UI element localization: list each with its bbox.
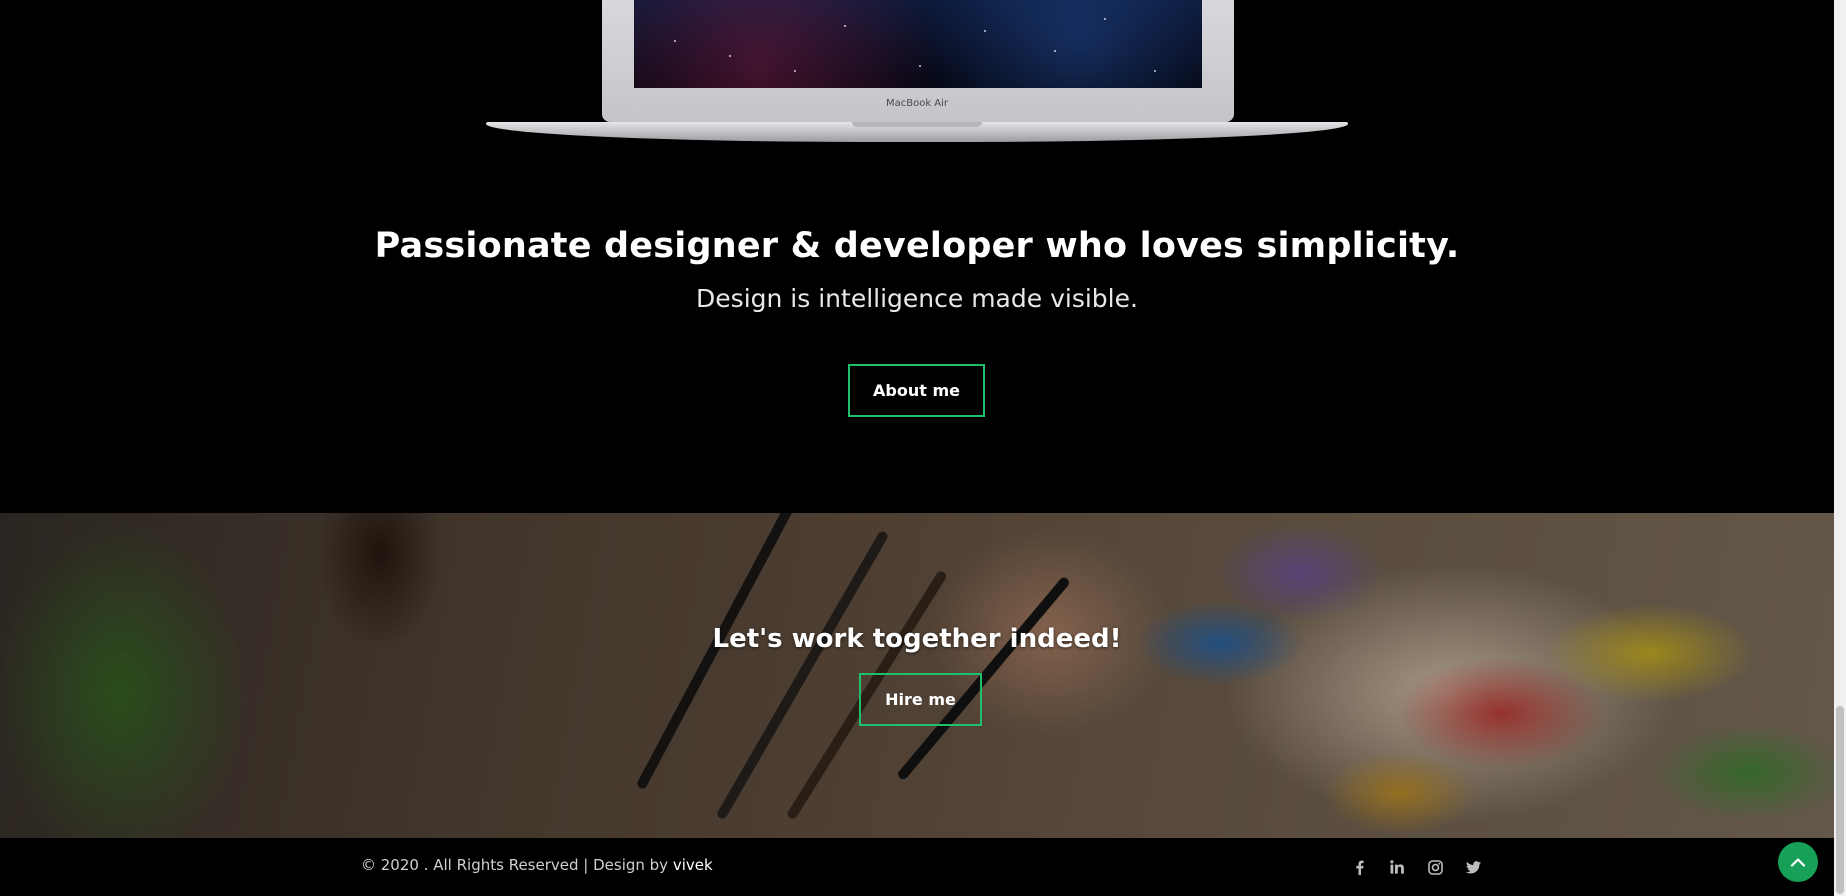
- hero-headline: Passionate designer & developer who love…: [374, 226, 1460, 266]
- twitter-icon[interactable]: [1454, 853, 1492, 881]
- chevron-up-icon: [1790, 858, 1806, 867]
- instagram-icon[interactable]: [1416, 853, 1454, 881]
- scrollbar-thumb[interactable]: [1836, 706, 1844, 894]
- author-link[interactable]: vivek: [673, 856, 713, 874]
- about-me-button[interactable]: About me: [848, 364, 985, 417]
- hire-me-button[interactable]: Hire me: [859, 673, 982, 726]
- copyright-prefix: © 2020 . All Rights Reserved | Design by: [361, 856, 673, 874]
- copyright-text: © 2020 . All Rights Reserved | Design by…: [361, 856, 713, 874]
- laptop-mockup: MacBook Air: [486, 0, 1348, 142]
- hire-banner: Let's work together indeed! Hire me: [0, 513, 1834, 838]
- laptop-screen: [634, 0, 1202, 88]
- scroll-to-top-button[interactable]: [1778, 842, 1818, 882]
- facebook-icon[interactable]: [1340, 853, 1378, 881]
- linkedin-icon[interactable]: [1378, 853, 1416, 881]
- laptop-notch: [852, 122, 982, 127]
- banner-title: Let's work together indeed!: [712, 624, 1122, 654]
- page-scrollbar[interactable]: [1834, 0, 1846, 896]
- social-links: [1340, 853, 1492, 881]
- laptop-brand-label: MacBook Air: [885, 98, 949, 109]
- hero-subline: Design is intelligence made visible.: [696, 284, 1138, 313]
- hero-section: MacBook Air Passionate designer & develo…: [0, 0, 1834, 513]
- footer: © 2020 . All Rights Reserved | Design by…: [0, 838, 1834, 896]
